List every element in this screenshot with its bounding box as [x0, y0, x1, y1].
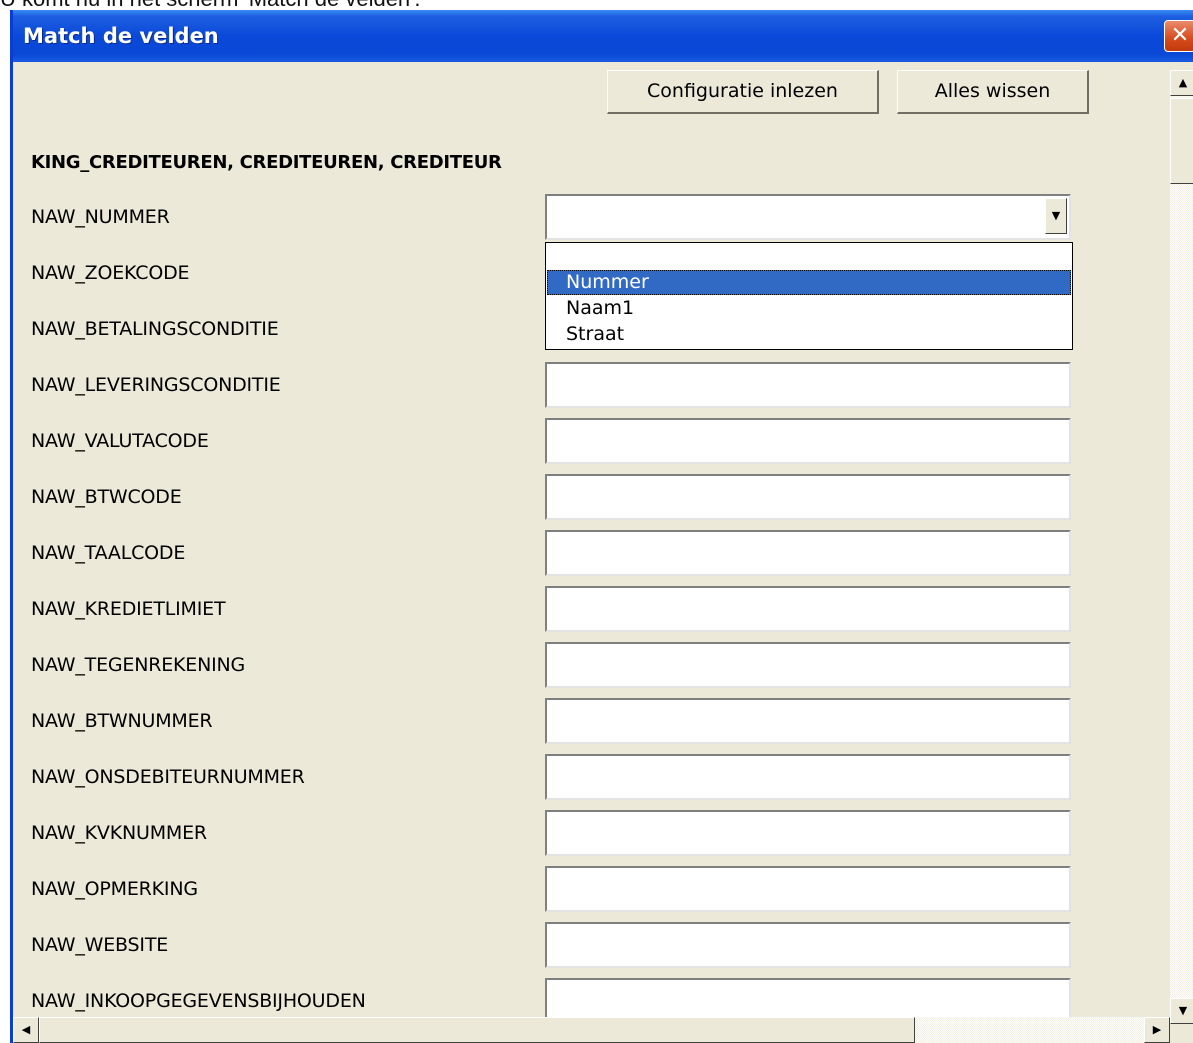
window-title: Match de velden — [23, 24, 219, 48]
dropdown-option-naam1[interactable]: Naam1 — [547, 296, 1071, 321]
vertical-scrollbar[interactable]: ▲ ▼ — [1170, 70, 1193, 1024]
field-label-naw-leveringsconditie: NAW_LEVERINGSCONDITIE — [31, 374, 281, 396]
scroll-left-button[interactable]: ◀ — [13, 1017, 39, 1043]
dropdown-option-straat[interactable]: Straat — [547, 322, 1071, 347]
document-caption: U komt nu in het scherm 'Match de velden… — [0, 0, 420, 11]
scroll-up-button[interactable]: ▲ — [1170, 70, 1193, 96]
naw-nummer-combobox[interactable]: ▼ — [545, 194, 1071, 240]
naw-valutacode-input[interactable] — [545, 418, 1071, 464]
naw-kredietlimiet-input[interactable] — [545, 586, 1071, 632]
field-label-naw-opmerking: NAW_OPMERKING — [31, 878, 198, 900]
arrow-down-icon: ▼ — [1178, 1004, 1188, 1017]
dropdown-option-nummer[interactable]: Nummer — [547, 270, 1071, 295]
naw-tegenrekening-input[interactable] — [545, 642, 1071, 688]
horizontal-scroll-thumb[interactable] — [39, 1017, 915, 1043]
dropdown-list: Nummer Naam1 Straat — [545, 242, 1073, 350]
field-label-naw-kvknummer: NAW_KVKNUMMER — [31, 822, 207, 844]
close-icon: ✕ — [1170, 23, 1190, 48]
field-label-naw-nummer: NAW_NUMMER — [31, 206, 170, 228]
clear-all-button[interactable]: Alles wissen — [897, 70, 1089, 114]
field-label-naw-tegenrekening: NAW_TEGENREKENING — [31, 654, 246, 676]
dropdown-option-empty[interactable] — [547, 244, 1071, 269]
field-label-naw-valutacode: NAW_VALUTACODE — [31, 430, 209, 452]
naw-onsdebiteurnummer-input[interactable] — [545, 754, 1071, 800]
naw-taalcode-input[interactable] — [545, 530, 1071, 576]
field-label-naw-website: NAW_WEBSITE — [31, 934, 169, 956]
naw-kvknummer-input[interactable] — [545, 810, 1071, 856]
naw-btwcode-input[interactable] — [545, 474, 1071, 520]
scroll-down-button[interactable]: ▼ — [1170, 998, 1193, 1024]
section-title: KING_CREDITEUREN, CREDITEUREN, CREDITEUR — [31, 152, 502, 173]
field-label-naw-kredietlimiet: NAW_KREDIETLIMIET — [31, 598, 226, 620]
naw-website-input[interactable] — [545, 922, 1071, 968]
naw-leveringsconditie-input[interactable] — [545, 362, 1071, 408]
arrow-left-icon: ◀ — [21, 1023, 31, 1036]
arrow-up-icon: ▲ — [1178, 76, 1188, 89]
chevron-down-icon: ▼ — [1051, 209, 1061, 222]
match-fields-dialog: Match de velden ✕ Configuratie inlezen A… — [10, 10, 1193, 1043]
load-configuration-button[interactable]: Configuratie inlezen — [607, 70, 879, 114]
title-bar[interactable]: Match de velden ✕ — [13, 10, 1193, 62]
arrow-right-icon: ▶ — [1152, 1023, 1162, 1036]
field-label-naw-onsdebiteurnummer: NAW_ONSDEBITEURNUMMER — [31, 766, 305, 788]
field-label-naw-btwnummer: NAW_BTWNUMMER — [31, 710, 213, 732]
horizontal-scrollbar[interactable]: ◀ ▶ — [13, 1017, 1170, 1043]
naw-opmerking-input[interactable] — [545, 866, 1071, 912]
scroll-right-button[interactable]: ▶ — [1144, 1017, 1170, 1043]
close-button[interactable]: ✕ — [1164, 20, 1193, 52]
field-label-naw-inkoopgegevensbijhouden: NAW_INKOOPGEGEVENSBIJHOUDEN — [31, 990, 366, 1012]
field-label-naw-btwcode: NAW_BTWCODE — [31, 486, 182, 508]
field-label-naw-zoekcode: NAW_ZOEKCODE — [31, 262, 190, 284]
dropdown-toggle-button[interactable]: ▼ — [1045, 198, 1067, 234]
field-label-naw-taalcode: NAW_TAALCODE — [31, 542, 186, 564]
field-label-naw-betalingsconditie: NAW_BETALINGSCONDITIE — [31, 318, 279, 340]
naw-btwnummer-input[interactable] — [545, 698, 1071, 744]
vertical-scroll-thumb[interactable] — [1170, 98, 1193, 184]
